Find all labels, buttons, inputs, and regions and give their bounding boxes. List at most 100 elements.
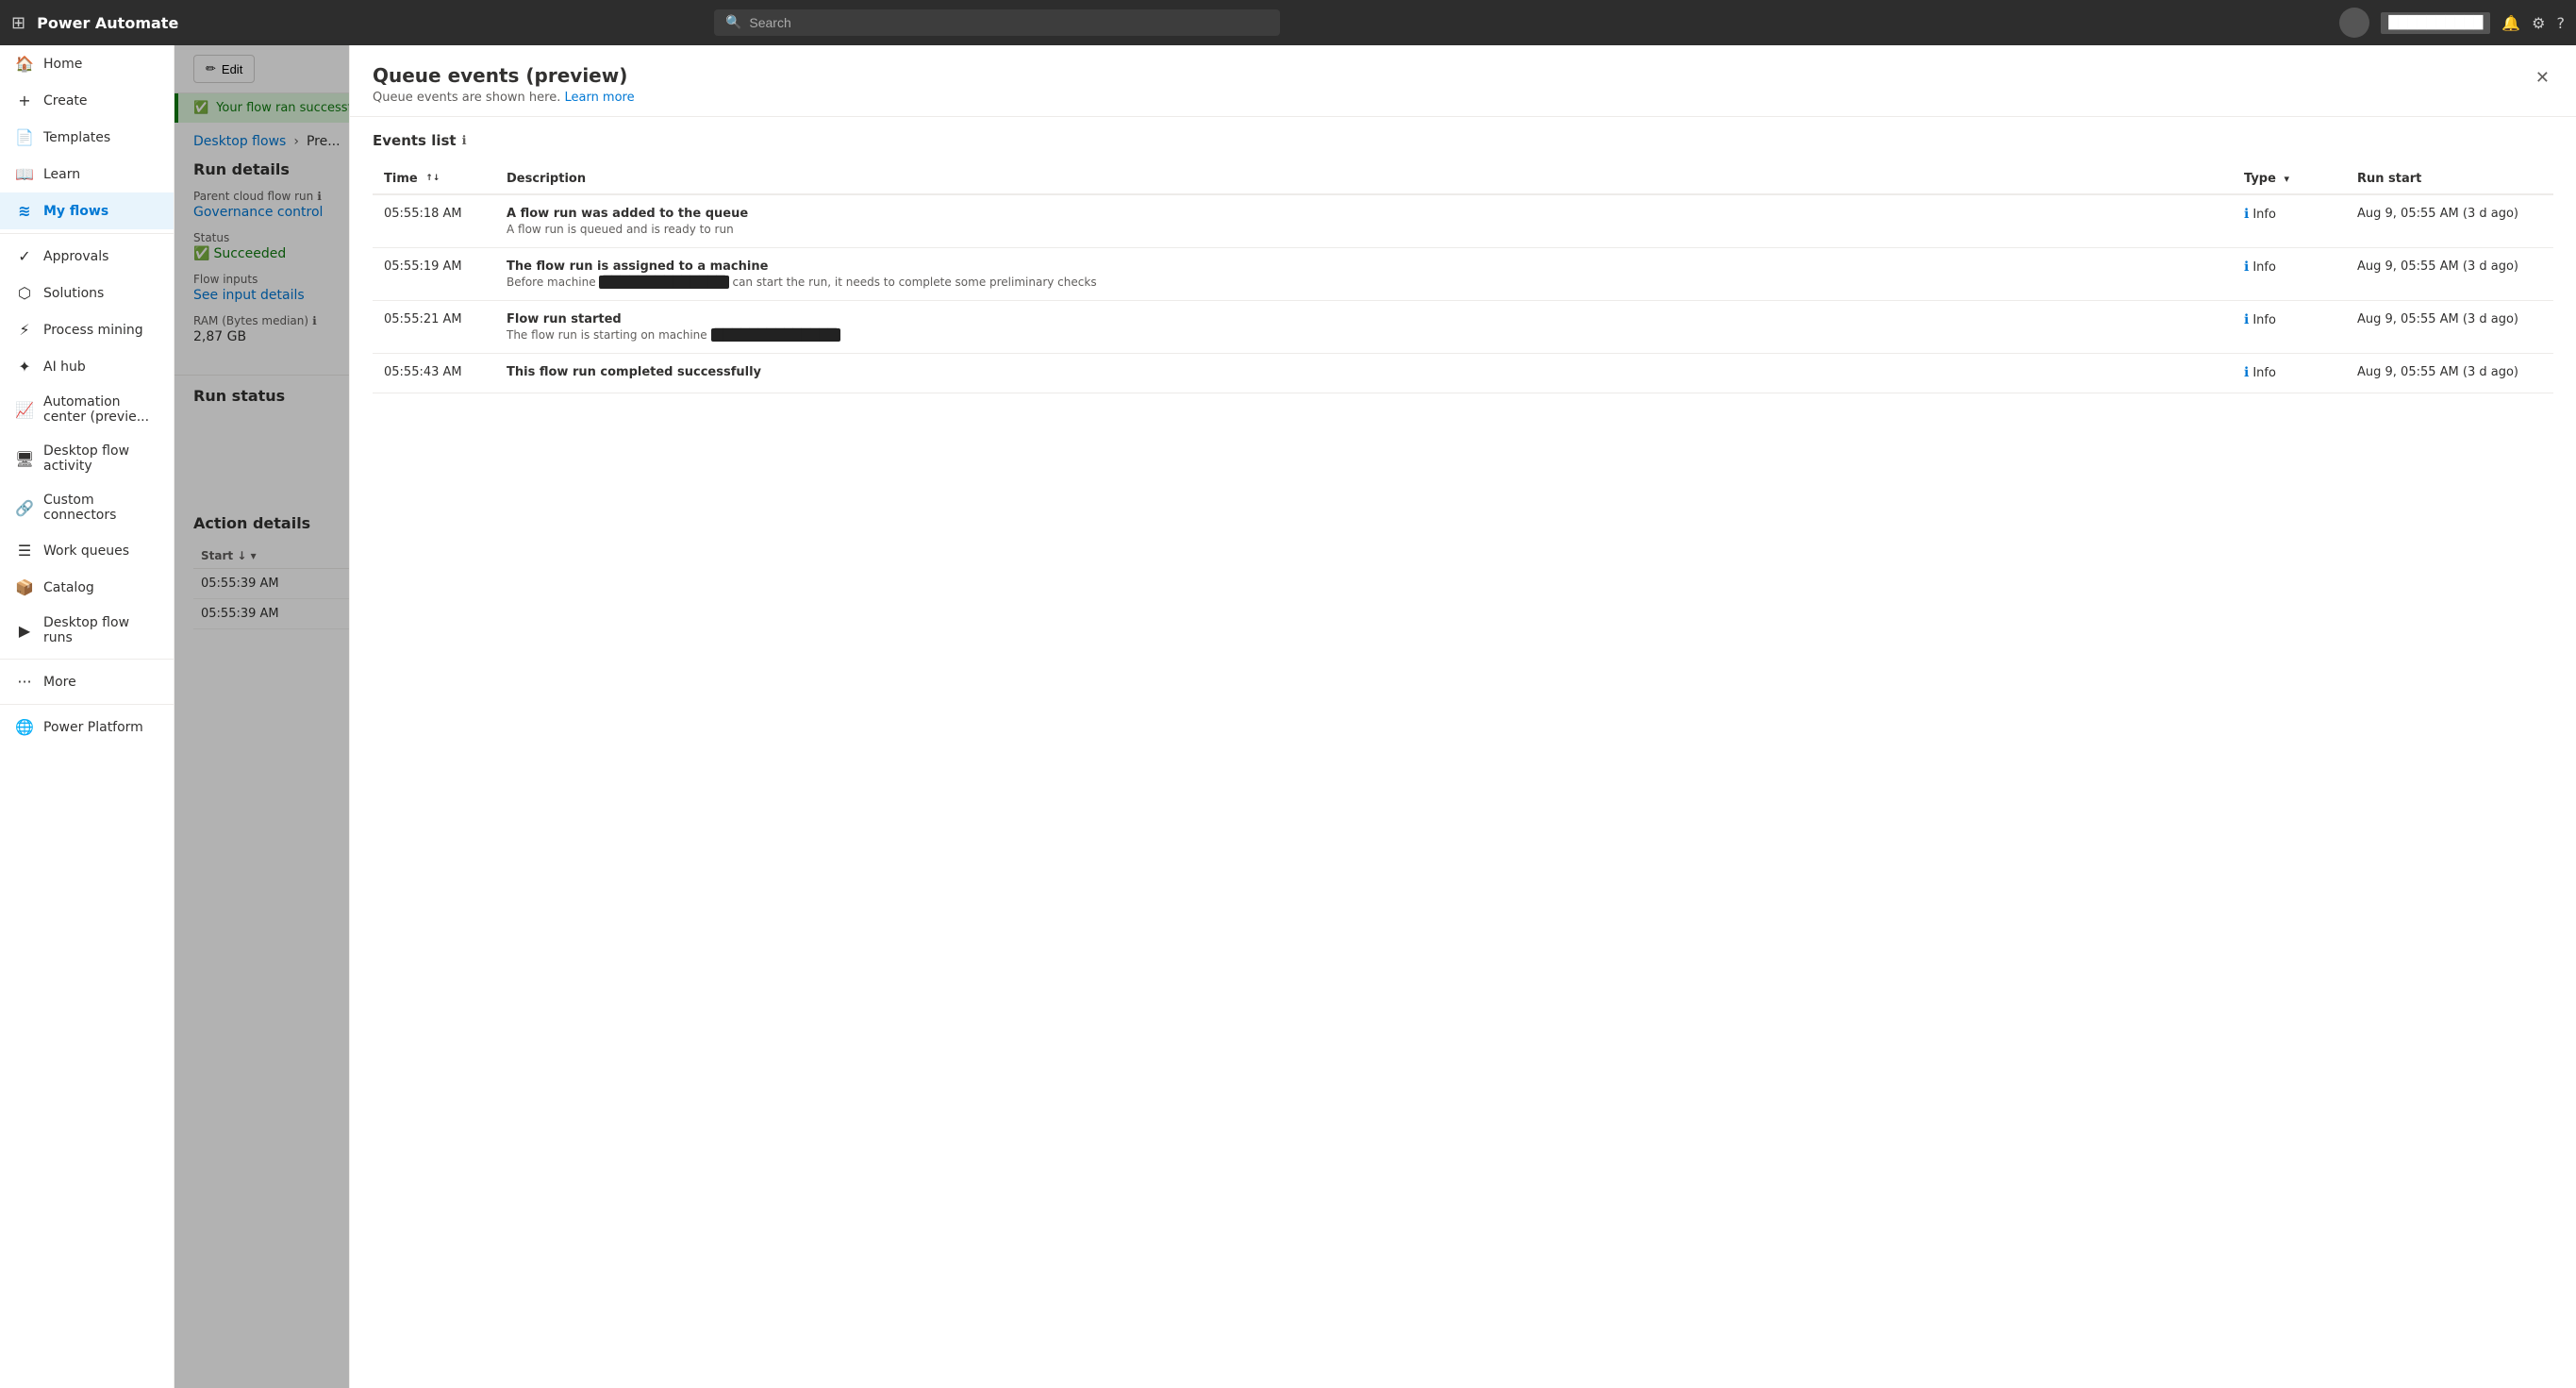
sidebar-divider-3 <box>0 704 174 705</box>
sidebar-item-label: Power Platform <box>43 720 143 735</box>
custom-connectors-icon: 🔗 <box>15 499 34 517</box>
help-icon[interactable]: ? <box>2556 14 2565 32</box>
sidebar-item-label: Desktop flow runs <box>43 615 158 645</box>
event-runstart-1: Aug 9, 05:55 AM (3 d ago) <box>2346 194 2553 248</box>
panel-title: Queue events (preview) <box>373 64 635 87</box>
catalog-icon: 📦 <box>15 578 34 596</box>
panel-subtitle: Queue events are shown here. Learn more <box>373 91 635 105</box>
event-desc-2: The flow run is assigned to a machine Be… <box>495 248 2233 301</box>
table-row: 05:55:19 AM The flow run is assigned to … <box>373 248 2553 301</box>
desktop-flow-activity-icon: 🖥 <box>15 450 34 468</box>
sidebar-divider-2 <box>0 659 174 660</box>
redacted-machine-2: ██████████████ <box>711 328 840 342</box>
col-type-header: Type ▾ <box>2233 164 2346 194</box>
notifications-icon[interactable]: 🔔 <box>2501 14 2520 32</box>
learn-more-link[interactable]: Learn more <box>564 91 634 105</box>
content-area: ✏ Edit ✅ Your flow ran successfully. Des… <box>175 45 2576 1388</box>
sidebar-item-my-flows[interactable]: ≋ My flows <box>0 192 174 229</box>
sidebar-item-ai-hub[interactable]: ✦ AI hub <box>0 348 174 385</box>
panel-header-left: Queue events (preview) Queue events are … <box>373 64 635 105</box>
sidebar-item-label: Work queues <box>43 543 129 559</box>
sidebar-item-home[interactable]: 🏠 Home <box>0 45 174 82</box>
sidebar-item-process-mining[interactable]: ⚡ Process mining <box>0 311 174 348</box>
sidebar-item-label: Automation center (previe... <box>43 394 158 425</box>
create-icon: + <box>15 92 34 109</box>
event-type-3: ℹ Info <box>2233 301 2346 354</box>
event-desc-1: A flow run was added to the queue A flow… <box>495 194 2233 248</box>
sidebar-item-label: Catalog <box>43 580 94 595</box>
info-icon-2: ℹ <box>2244 259 2249 275</box>
sidebar-item-templates[interactable]: 📄 Templates <box>0 119 174 156</box>
approvals-icon: ✓ <box>15 247 34 265</box>
settings-icon[interactable]: ⚙ <box>2532 14 2545 32</box>
sidebar-item-solutions[interactable]: ⬡ Solutions <box>0 275 174 311</box>
sidebar-item-catalog[interactable]: 📦 Catalog <box>0 569 174 606</box>
sidebar-item-desktop-flow-runs[interactable]: ▶ Desktop flow runs <box>0 606 174 655</box>
event-type-1: ℹ Info <box>2233 194 2346 248</box>
sidebar: 🏠 Home + Create 📄 Templates 📖 Learn ≋ My… <box>0 45 175 1388</box>
sidebar-item-label: Approvals <box>43 249 108 264</box>
search-input[interactable] <box>749 15 1269 30</box>
sidebar-item-work-queues[interactable]: ☰ Work queues <box>0 532 174 569</box>
table-row: 05:55:43 AM This flow run completed succ… <box>373 354 2553 393</box>
power-platform-icon: 🌐 <box>15 718 34 736</box>
table-row: 05:55:21 AM Flow run started The flow ru… <box>373 301 2553 354</box>
sidebar-item-desktop-flow-activity[interactable]: 🖥 Desktop flow activity <box>0 434 174 483</box>
home-icon: 🏠 <box>15 55 34 73</box>
redacted-machine-1: ██████████████ <box>599 276 728 289</box>
col-runstart-header: Run start <box>2346 164 2553 194</box>
event-type-4: ℹ Info <box>2233 354 2346 393</box>
sidebar-item-automation-center[interactable]: 📈 Automation center (previe... <box>0 385 174 434</box>
queue-events-panel: Queue events (preview) Queue events are … <box>349 45 2576 1388</box>
info-icon-1: ℹ <box>2244 207 2249 222</box>
event-time-2: 05:55:19 AM <box>373 248 495 301</box>
sidebar-item-power-platform[interactable]: 🌐 Power Platform <box>0 709 174 745</box>
avatar[interactable] <box>2339 8 2369 38</box>
sidebar-item-label: Process mining <box>43 323 143 338</box>
sidebar-item-approvals[interactable]: ✓ Approvals <box>0 238 174 275</box>
event-runstart-3: Aug 9, 05:55 AM (3 d ago) <box>2346 301 2553 354</box>
panel-header: Queue events (preview) Queue events are … <box>350 45 2576 117</box>
sidebar-item-label: Learn <box>43 167 80 182</box>
grid-icon[interactable]: ⊞ <box>11 13 25 33</box>
events-list-title: Events list ℹ <box>373 132 2553 149</box>
user-name: ██████████ <box>2381 12 2490 34</box>
col-time-header: Time ↑↓ <box>373 164 495 194</box>
search-icon: 🔍 <box>725 15 741 30</box>
event-desc-3: Flow run started The flow run is startin… <box>495 301 2233 354</box>
table-row: 05:55:18 AM A flow run was added to the … <box>373 194 2553 248</box>
sidebar-item-learn[interactable]: 📖 Learn <box>0 156 174 192</box>
event-time-3: 05:55:21 AM <box>373 301 495 354</box>
templates-icon: 📄 <box>15 128 34 146</box>
sidebar-item-label: Custom connectors <box>43 493 158 523</box>
sidebar-item-label: Solutions <box>43 286 104 301</box>
close-icon: ✕ <box>2535 68 2550 87</box>
sidebar-item-label: AI hub <box>43 360 86 375</box>
sidebar-item-create[interactable]: + Create <box>0 82 174 119</box>
sidebar-item-label: More <box>43 675 76 690</box>
search-box[interactable]: 🔍 <box>714 9 1280 36</box>
sidebar-item-label: Desktop flow activity <box>43 443 158 474</box>
events-list-info-icon[interactable]: ℹ <box>462 134 467 148</box>
app-name: Power Automate <box>37 14 178 32</box>
desktop-flow-runs-icon: ▶ <box>15 622 34 640</box>
topbar-actions: ██████████ 🔔 ⚙ ? <box>2339 8 2565 38</box>
sidebar-item-label: Create <box>43 93 88 109</box>
col-desc-header: Description <box>495 164 2233 194</box>
automation-center-icon: 📈 <box>15 401 34 419</box>
topbar: ⊞ Power Automate 🔍 ██████████ 🔔 ⚙ ? <box>0 0 2576 45</box>
sidebar-item-label: Templates <box>43 130 110 145</box>
event-time-4: 05:55:43 AM <box>373 354 495 393</box>
event-type-2: ℹ Info <box>2233 248 2346 301</box>
events-table: Time ↑↓ Description Type ▾ Run start <box>373 164 2553 393</box>
event-time-1: 05:55:18 AM <box>373 194 495 248</box>
work-queues-icon: ☰ <box>15 542 34 560</box>
sidebar-item-custom-connectors[interactable]: 🔗 Custom connectors <box>0 483 174 532</box>
ai-hub-icon: ✦ <box>15 358 34 376</box>
event-runstart-4: Aug 9, 05:55 AM (3 d ago) <box>2346 354 2553 393</box>
time-sort-icon[interactable]: ↑↓ <box>425 175 440 183</box>
sidebar-item-more[interactable]: ··· More <box>0 663 174 700</box>
type-filter-icon[interactable]: ▾ <box>2284 173 2289 185</box>
panel-close-button[interactable]: ✕ <box>2532 64 2553 92</box>
event-runstart-2: Aug 9, 05:55 AM (3 d ago) <box>2346 248 2553 301</box>
